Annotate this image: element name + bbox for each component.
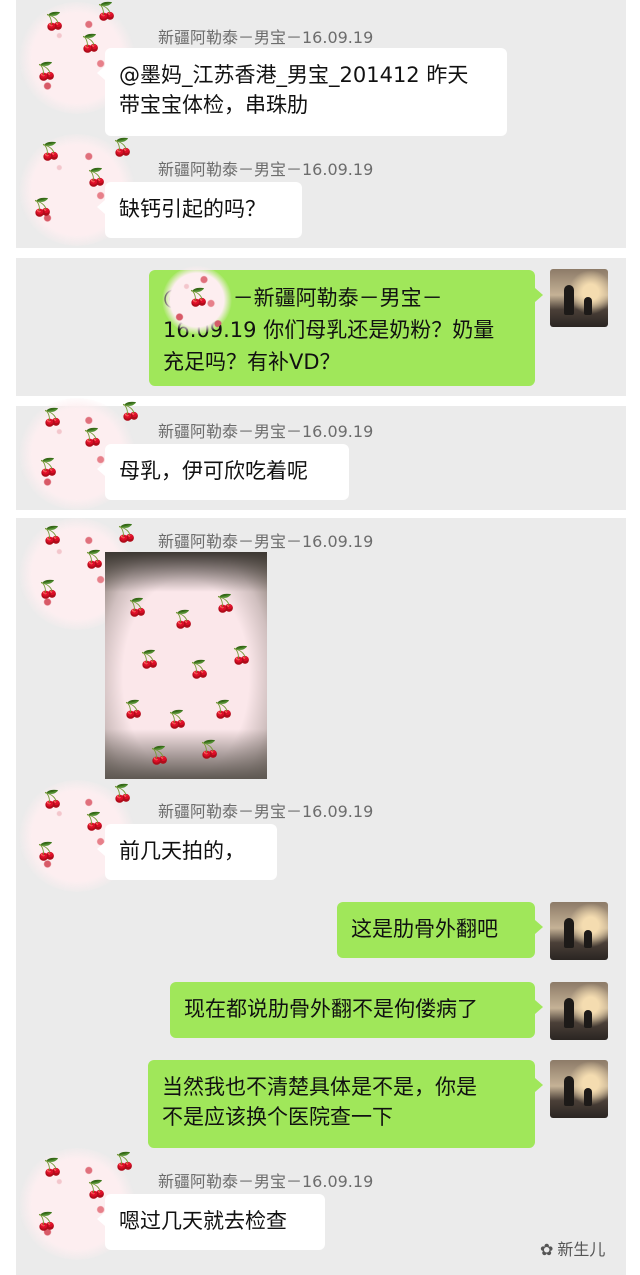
self-avatar[interactable] <box>550 269 608 327</box>
cherry-icon: 🍒 <box>189 660 211 680</box>
message-text: 当然我也不清楚具体是不是，你是 <box>162 1075 477 1099</box>
cherry-icon: 🍒 <box>80 34 102 54</box>
cherry-icon: 🍒 <box>213 700 235 720</box>
cherry-icon: 🍒 <box>215 594 237 614</box>
message-text: 现在都说肋骨外翻不是佝偻病了 <box>184 997 478 1021</box>
message-bubble[interactable]: 缺钙引起的吗？ <box>97 182 302 238</box>
cherry-icon: 🍒 <box>116 524 138 544</box>
cherry-icon: 🍒 <box>114 1152 136 1172</box>
cherry-icon: 🍒 <box>199 740 221 760</box>
photo-shadow <box>105 729 267 779</box>
cherry-icon: 🍒 <box>42 790 64 810</box>
cherry-icon: 🍒 <box>86 168 108 188</box>
cherry-icon: 🍒 <box>112 138 134 158</box>
sender-name: 新疆阿勒泰－男宝－16.09.19 <box>158 422 374 441</box>
cherry-icon: 🍒 <box>139 650 161 670</box>
cherry-icon: 🍒 <box>231 646 253 666</box>
cherry-icon: 🍒 <box>127 598 149 618</box>
cherry-icon: 🍒 <box>42 1158 64 1178</box>
quote-text: 充足吗？有补VD？ <box>163 350 341 374</box>
cherry-icon: 🍒 <box>42 408 64 428</box>
cherry-icon: 🍒 <box>32 198 54 218</box>
cherry-icon: 🍒 <box>36 842 58 862</box>
cherry-icon: 🍒 <box>84 812 106 832</box>
cherry-icon: 🍒 <box>149 746 171 766</box>
cherry-icon: 🍒 <box>112 784 134 804</box>
self-message-bubble[interactable]: 这是肋骨外翻吧 <box>337 902 543 958</box>
sender-name: 新疆阿勒泰－男宝－16.09.19 <box>158 1172 374 1191</box>
cherry-icon: 🍒 <box>36 1212 58 1232</box>
self-avatar[interactable] <box>550 902 608 960</box>
cherry-icon: 🍒 <box>40 142 62 162</box>
message-text: 嗯过几天就去检查 <box>119 1209 287 1233</box>
photo-message[interactable]: 🍒 🍒 🍒 🍒 🍒 🍒 🍒 🍒 🍒 🍒 🍒 <box>105 552 267 779</box>
sender-name: 新疆阿勒泰－男宝－16.09.19 <box>158 160 374 179</box>
cherry-icon: 🍒 <box>38 580 60 600</box>
message-text: 母乳，伊可欣吃着呢 <box>119 459 308 483</box>
message-bubble[interactable]: 前几天拍的， <box>97 824 277 880</box>
cherry-icon: 🍒 <box>42 526 64 546</box>
cherry-icon: 🍒 <box>167 710 189 730</box>
self-message-bubble[interactable]: 当然我也不清楚具体是不是，你是 不是应该换个医院查一下 <box>148 1060 543 1148</box>
cherry-icon: 🍒 <box>173 610 195 630</box>
photo-shadow <box>105 552 267 592</box>
cherry-icon: 🍒 <box>84 550 106 570</box>
message-text: 前几天拍的， <box>119 839 245 863</box>
sender-name: 新疆阿勒泰－男宝－16.09.19 <box>158 28 374 47</box>
cherry-icon: 🍒 <box>188 288 210 308</box>
message-text: 带宝宝体检，串珠肋 <box>119 93 308 117</box>
message-bubble[interactable]: @墨妈_江苏香港_男宝_201412 昨天 带宝宝体检，串珠肋 <box>97 48 507 136</box>
message-text: 这是肋骨外翻吧 <box>351 917 498 941</box>
cherry-icon: 🍒 <box>36 62 58 82</box>
cherry-icon: 🍒 <box>44 12 66 32</box>
sender-name: 新疆阿勒泰－男宝－16.09.19 <box>158 532 374 551</box>
self-avatar[interactable] <box>550 1060 608 1118</box>
watermark-label: 新生儿 <box>557 1240 606 1259</box>
cherry-icon: 🍒 <box>86 1180 108 1200</box>
wechat-icon: ✿ <box>540 1240 554 1259</box>
sender-name: 新疆阿勒泰－男宝－16.09.19 <box>158 802 374 821</box>
cherry-icon: 🍒 <box>120 402 142 422</box>
message-bubble[interactable]: 母乳，伊可欣吃着呢 <box>97 444 349 500</box>
message-text: @墨妈_江苏香港_男宝_201412 昨天 <box>119 63 469 87</box>
cherry-icon: 🍒 <box>96 2 118 22</box>
cherry-icon: 🍒 <box>82 428 104 448</box>
cherry-icon: 🍒 <box>123 700 145 720</box>
message-text: 缺钙引起的吗？ <box>119 197 266 221</box>
watermark: ✿ 新生儿 <box>540 1236 605 1260</box>
self-avatar[interactable] <box>550 982 608 1040</box>
cherry-icon: 🍒 <box>38 458 60 478</box>
message-text: 不是应该换个医院查一下 <box>162 1105 393 1129</box>
message-bubble[interactable]: 嗯过几天就去检查 <box>97 1194 325 1250</box>
self-message-bubble[interactable]: 现在都说肋骨外翻不是佝偻病了 <box>170 982 543 1038</box>
